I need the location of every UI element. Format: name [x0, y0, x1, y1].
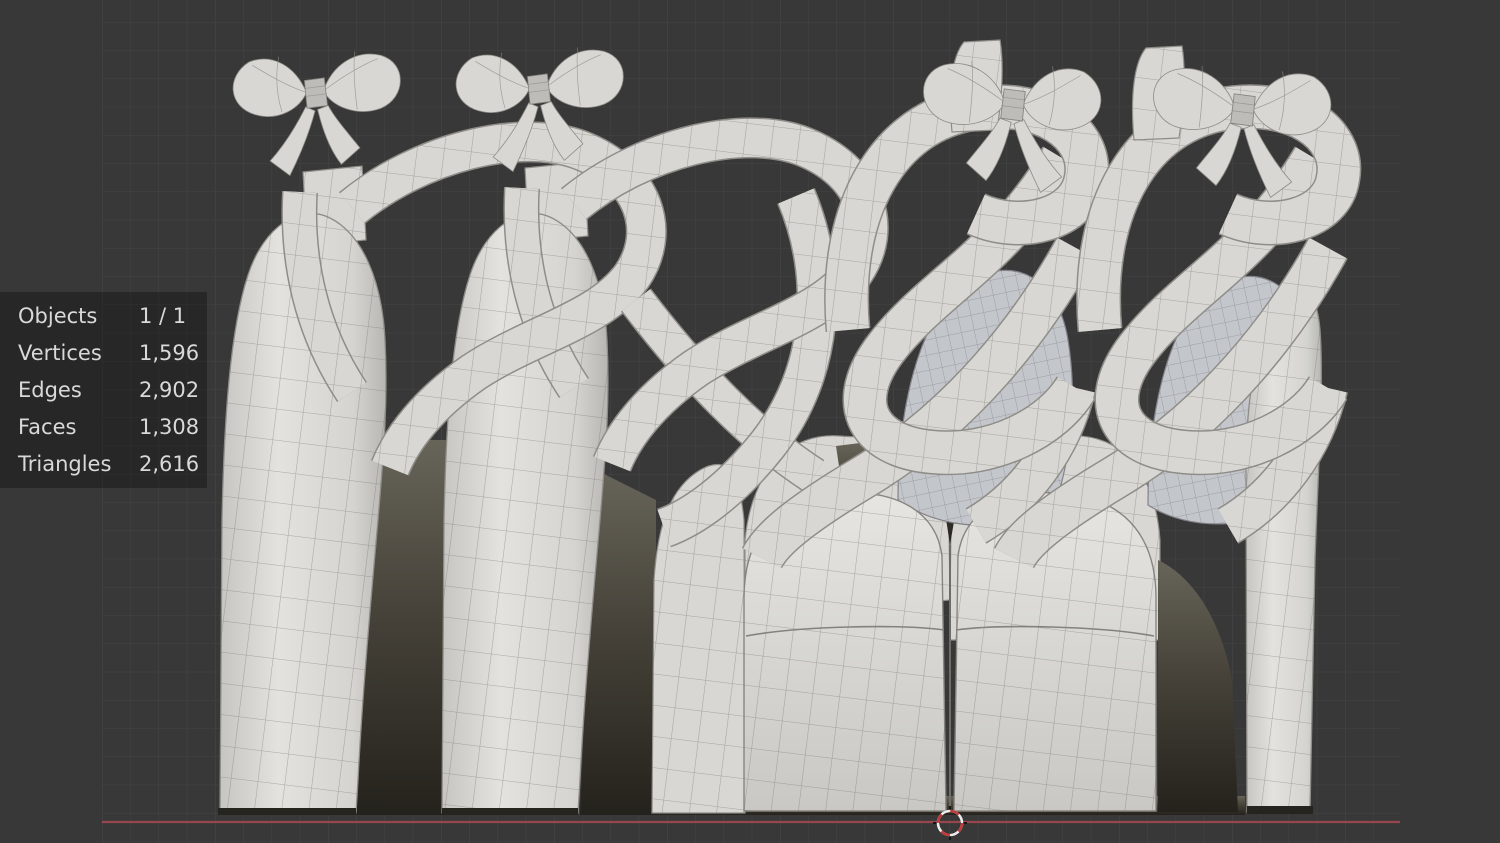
- stat-value: 2,902: [139, 377, 200, 402]
- stat-row-faces: Faces 1,308: [0, 408, 207, 445]
- stat-label: Edges: [18, 377, 82, 402]
- sole-base-left-1: [218, 808, 356, 815]
- stat-value: 1,308: [139, 414, 200, 439]
- stat-row-objects: Objects 1 / 1: [0, 297, 207, 334]
- stat-value: 1,596: [139, 340, 200, 365]
- stat-row-triangles: Triangles 2,616: [0, 445, 207, 482]
- sole-base-right: [1247, 806, 1313, 814]
- viewport-canvas[interactable]: [0, 0, 1500, 843]
- sole-base-left-2: [442, 808, 578, 815]
- statistics-overlay: Objects 1 / 1 Vertices 1,596 Edges 2,902…: [0, 292, 207, 488]
- stat-label: Faces: [18, 414, 77, 439]
- stat-label: Objects: [18, 303, 98, 328]
- stat-row-vertices: Vertices 1,596: [0, 334, 207, 371]
- viewport[interactable]: Objects 1 / 1 Vertices 1,596 Edges 2,902…: [0, 0, 1500, 843]
- stat-label: Vertices: [18, 340, 102, 365]
- stat-row-edges: Edges 2,902: [0, 371, 207, 408]
- stat-value: 2,616: [139, 451, 200, 476]
- stat-label: Triangles: [18, 451, 112, 476]
- stat-value: 1 / 1: [139, 303, 187, 328]
